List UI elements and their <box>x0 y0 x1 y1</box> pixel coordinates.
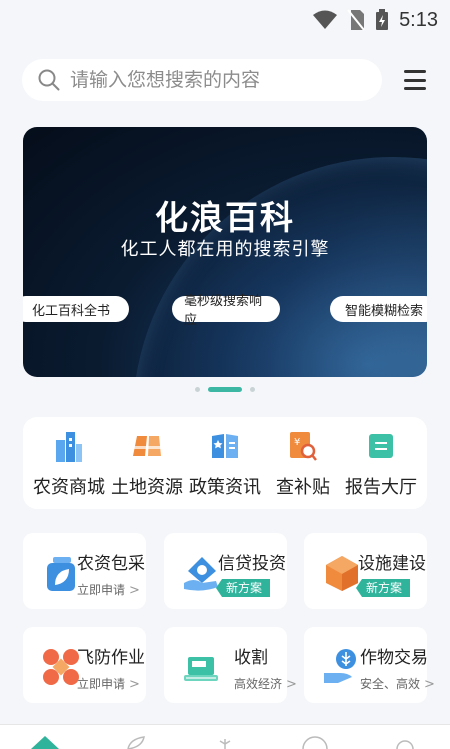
quick-link-label: 土地资源 <box>111 477 183 498</box>
no-sim-icon <box>347 9 365 31</box>
service-card-facility[interactable]: 设施建设 新方案 <box>304 533 427 609</box>
search-row <box>22 58 432 102</box>
building-icon <box>52 429 86 463</box>
earth-image <box>133 157 427 377</box>
battery-charging-icon <box>376 9 389 30</box>
quick-link-policy[interactable]: 政策资讯 <box>187 429 263 509</box>
leaf-bag-icon <box>47 557 75 591</box>
service-subtitle: 安全、高效 > <box>360 677 435 692</box>
service-title: 信贷投资 <box>218 554 286 574</box>
credit-icon <box>184 557 218 591</box>
banner-chip-fast-search: 毫秒级搜索响应 <box>172 294 280 328</box>
chat-nav-icon[interactable] <box>298 733 332 749</box>
quick-link-label: 政策资讯 <box>189 477 261 498</box>
home-icon[interactable] <box>28 733 62 749</box>
banner-chip-fuzzy-search: 智能模糊检索 <box>330 296 427 322</box>
status-bar: 5:13 <box>0 0 450 40</box>
search-input[interactable] <box>70 69 360 91</box>
leaf-nav-icon[interactable] <box>118 733 152 749</box>
drone-icon <box>43 649 79 685</box>
new-plan-badge: 新方案 <box>356 579 411 597</box>
profile-nav-icon[interactable] <box>388 733 422 749</box>
book-icon <box>208 429 242 463</box>
service-subtitle: 立即申请 > <box>77 677 140 692</box>
quick-link-subsidy[interactable]: ¥ 查补贴 <box>265 429 341 509</box>
service-subtitle: 立即申请 > <box>77 583 140 598</box>
report-icon <box>364 429 398 463</box>
harvester-icon <box>184 657 218 681</box>
carousel-indicator <box>0 387 450 392</box>
quick-link-label: 报告大厅 <box>345 477 417 498</box>
service-card-trade[interactable]: 作物交易 安全、高效 > <box>304 627 435 703</box>
banner-subtitle: 化工人都在用的搜索引擎 <box>120 239 330 260</box>
quick-link-label: 农资商城 <box>33 477 105 498</box>
crop-nav-icon[interactable] <box>208 733 242 749</box>
crop-hand-icon <box>324 649 356 683</box>
service-title: 作物交易 <box>360 648 428 668</box>
service-card-purchase[interactable]: 农资包采 立即申请 > <box>23 533 146 609</box>
quick-link-mall[interactable]: 农资商城 <box>31 429 107 509</box>
search-box[interactable] <box>22 59 382 101</box>
service-card-spraying[interactable]: 飞防作业 立即申请 > <box>23 627 146 703</box>
banner-chip-encyclopedia: 化工百科全书 <box>23 296 129 322</box>
carousel-dot[interactable] <box>195 387 200 392</box>
banner[interactable]: 化浪百科 化工人都在用的搜索引擎 化工百科全书 毫秒级搜索响应 智能模糊检索 <box>23 127 427 377</box>
service-title: 飞防作业 <box>77 648 145 668</box>
svg-text:¥: ¥ <box>294 437 300 448</box>
search-icon <box>38 69 60 91</box>
quick-link-report[interactable]: 报告大厅 <box>343 429 419 509</box>
status-time: 5:13 <box>399 8 438 31</box>
cube-icon <box>326 556 358 591</box>
service-subtitle: 高效经济 > <box>234 677 297 692</box>
land-icon <box>130 429 164 463</box>
subsidy-search-icon: ¥ <box>286 429 320 463</box>
bottom-nav <box>0 724 450 749</box>
service-title: 收割 <box>234 648 268 668</box>
service-card-harvest[interactable]: 收割 高效经济 > <box>164 627 297 703</box>
quick-link-land[interactable]: 土地资源 <box>109 429 185 509</box>
carousel-dot-active[interactable] <box>208 387 242 392</box>
banner-title: 化浪百科 <box>155 198 295 237</box>
service-title: 设施建设 <box>358 554 426 574</box>
service-title: 农资包采 <box>77 554 145 574</box>
quick-link-label: 查补贴 <box>276 477 330 498</box>
quick-links: 农资商城 土地资源 政策资讯 ¥ 查补贴 报告大厅 <box>23 417 427 509</box>
service-card-credit[interactable]: 信贷投资 新方案 <box>164 533 287 609</box>
wifi-icon <box>313 10 338 29</box>
carousel-dot[interactable] <box>250 387 255 392</box>
new-plan-badge: 新方案 <box>216 579 271 597</box>
menu-icon[interactable] <box>404 70 426 90</box>
